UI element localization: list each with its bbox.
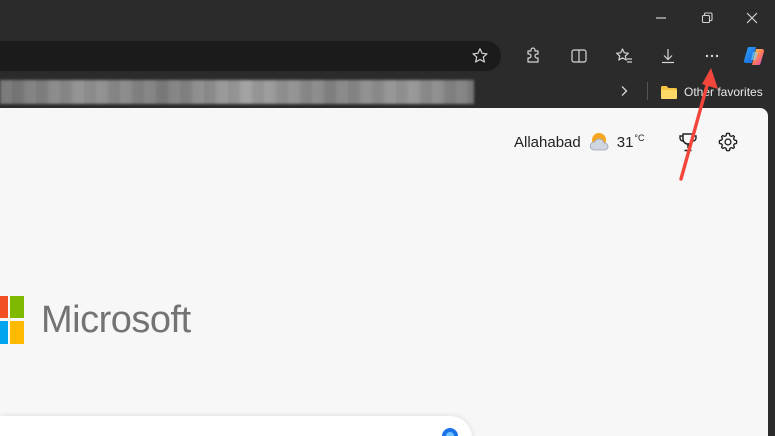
title-bar bbox=[0, 0, 775, 36]
other-favorites-label: Other favorites bbox=[684, 85, 763, 99]
weather-temperature: 31 bbox=[616, 133, 634, 151]
copilot-icon bbox=[743, 47, 765, 66]
favorites-divider bbox=[647, 82, 648, 100]
page-settings-button[interactable] bbox=[714, 128, 742, 156]
restore-button[interactable] bbox=[684, 0, 730, 36]
address-bar[interactable] bbox=[0, 41, 501, 71]
favorite-star-button[interactable] bbox=[462, 38, 498, 74]
more-icon bbox=[705, 54, 719, 58]
chevron-right-icon bbox=[621, 86, 628, 96]
folder-icon bbox=[661, 85, 677, 99]
blurred-favorites bbox=[0, 80, 474, 104]
favorites-overflow-button[interactable] bbox=[614, 81, 634, 101]
microsoft-wordmark: Microsoft bbox=[41, 299, 191, 341]
split-screen-icon bbox=[571, 49, 587, 63]
minimize-icon bbox=[656, 17, 666, 19]
bing-search-icon bbox=[442, 428, 458, 436]
logo-square-yellow bbox=[10, 321, 24, 344]
weather-widget[interactable]: Allahabad 31 °C bbox=[514, 130, 645, 154]
favorites-icon bbox=[616, 48, 632, 63]
trophy-icon bbox=[679, 133, 697, 152]
gear-icon bbox=[718, 132, 738, 152]
settings-and-more-button[interactable] bbox=[694, 38, 730, 74]
extensions-button[interactable] bbox=[515, 38, 551, 74]
toolbar bbox=[0, 36, 775, 76]
other-favorites-folder[interactable]: Other favorites bbox=[660, 82, 763, 102]
logo-square-blue bbox=[0, 321, 8, 344]
copilot-button[interactable] bbox=[736, 38, 772, 74]
close-icon bbox=[746, 12, 758, 24]
split-screen-button[interactable] bbox=[561, 38, 597, 74]
restore-icon bbox=[701, 12, 713, 24]
download-icon bbox=[662, 49, 674, 64]
favorites-button[interactable] bbox=[606, 38, 642, 74]
partly-cloudy-icon bbox=[589, 133, 609, 151]
microsoft-logo bbox=[0, 296, 28, 346]
extensions-icon bbox=[527, 47, 539, 63]
search-box[interactable] bbox=[0, 416, 472, 436]
minimize-button[interactable] bbox=[638, 0, 684, 36]
favorites-bar: Other favorites bbox=[0, 76, 775, 106]
weather-city: Allahabad bbox=[514, 133, 581, 151]
rewards-button[interactable] bbox=[674, 128, 702, 156]
logo-square-red bbox=[0, 296, 8, 318]
logo-square-green bbox=[10, 296, 24, 318]
close-button[interactable] bbox=[729, 0, 775, 36]
new-tab-page: Allahabad 31 °C Microsoft bbox=[0, 108, 768, 436]
star-icon bbox=[472, 48, 488, 63]
weather-unit: °C bbox=[634, 133, 645, 143]
downloads-button[interactable] bbox=[650, 38, 686, 74]
